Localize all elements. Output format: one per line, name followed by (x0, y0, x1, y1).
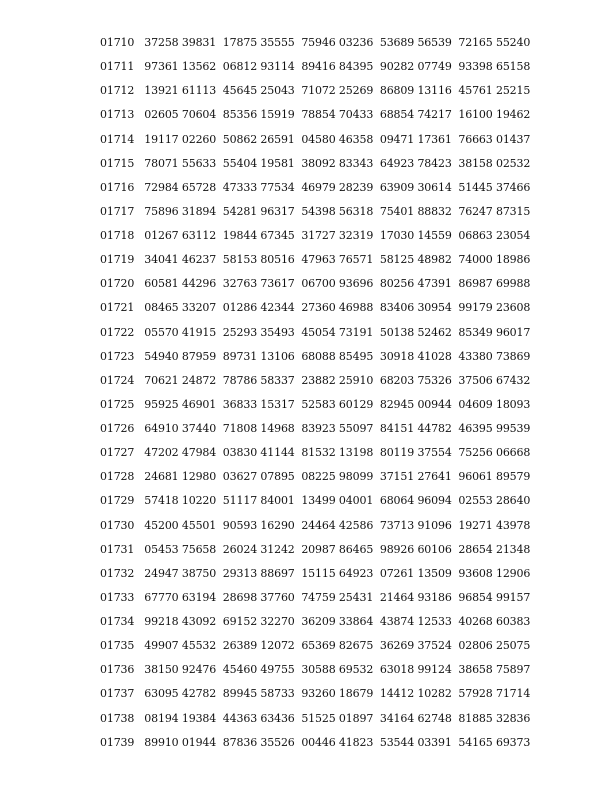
table-row: 01737 63095 42782 89945 58733 93260 1867… (100, 687, 531, 701)
table-row: 01710 37258 39831 17875 35555 75946 0323… (100, 36, 531, 49)
table-row: 01738 08194 19384 44363 63436 51525 0189… (100, 711, 531, 725)
table-row: 01718 01267 63112 19844 67345 31727 3231… (100, 229, 531, 242)
document-page: 01710 37258 39831 17875 35555 75946 0323… (0, 0, 600, 800)
table-row: 01731 05453 75658 26024 31242 20987 8646… (100, 542, 531, 556)
table-row: 01722 05570 41915 25293 35493 45054 7319… (100, 325, 531, 339)
table-row: 01729 57418 10220 51117 84001 13499 0400… (100, 494, 531, 508)
table-row: 01716 72984 65728 47333 77534 46979 2823… (100, 180, 531, 194)
table-row: 01721 08465 33207 01286 42344 27360 4698… (100, 301, 531, 315)
table-row: 01735 49907 45532 26389 12072 65369 8267… (100, 639, 531, 653)
table-row: 01719 34041 46237 58153 80516 47963 7657… (100, 253, 531, 267)
table-row: 01724 70621 24872 78786 58337 23882 2591… (100, 373, 531, 387)
table-row: 01713 02605 70604 85356 15919 78854 7043… (100, 108, 531, 122)
table-row: 01715 78071 55633 55404 19581 38092 8334… (100, 156, 531, 170)
table-row: 01739 89910 01944 87836 35526 00446 4182… (100, 735, 531, 749)
table-row: 01733 67770 63194 28698 37760 74759 2543… (100, 590, 531, 604)
table-row: 01717 75896 31894 54281 96317 54398 5631… (100, 204, 531, 218)
table-row: 01720 60581 44296 32763 73617 06700 9369… (100, 277, 531, 291)
random-digits-table: 01710 37258 39831 17875 35555 75946 0323… (100, 31, 531, 755)
table-row: 01732 24947 38750 29313 88697 15115 6492… (100, 566, 531, 580)
table-row: 01723 54940 87959 89731 13106 68088 8549… (100, 349, 531, 363)
table-row: 01730 45200 45501 90593 16290 24464 4258… (100, 518, 531, 532)
table-row: 01727 47202 47984 03830 41144 81532 1319… (100, 446, 531, 460)
table-row: 01726 64910 37440 71808 14968 83923 5509… (100, 422, 531, 435)
table-row: 01736 38150 92476 45460 49755 30588 6953… (100, 663, 531, 677)
table-row: 01728 24681 12980 03627 07895 08225 9809… (100, 470, 531, 484)
table-row: 01725 95925 46901 36833 15317 52583 6012… (100, 397, 531, 411)
table-row: 01714 19117 02260 50862 26591 04580 4635… (100, 132, 531, 146)
table-row: 01712 13921 61113 45645 25043 71072 2526… (100, 84, 531, 98)
table-row: 01711 97361 13562 06812 93114 89416 8439… (100, 60, 531, 74)
table-row: 01734 99218 43092 69152 32270 36209 3386… (100, 615, 531, 628)
